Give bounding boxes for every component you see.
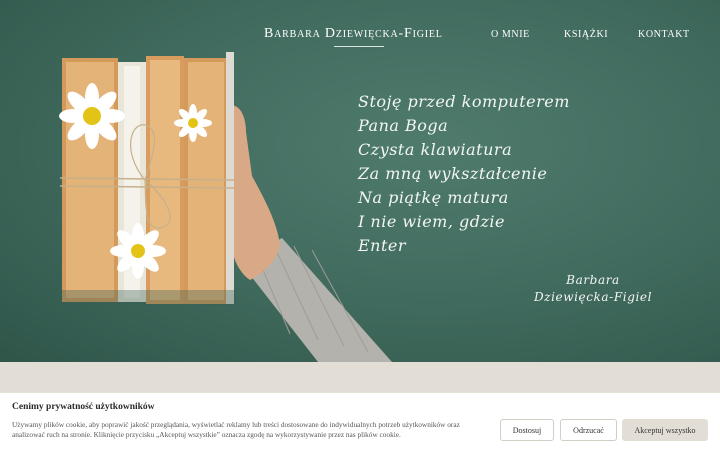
poem-line: Na piątkę matura bbox=[358, 188, 509, 207]
poem-line: Pana Boga bbox=[358, 116, 449, 135]
hand bbox=[226, 105, 280, 281]
poem-line: Stoję przed komputerem bbox=[358, 92, 570, 111]
daisy-flower bbox=[174, 104, 212, 142]
accept-all-button[interactable]: Akceptuj wszystko bbox=[622, 419, 708, 441]
hero-banner: Barbara Dziewięcka-Figiel O MNIE KSIĄŻKI… bbox=[0, 0, 720, 362]
nav-contact[interactable]: KONTAKT bbox=[638, 29, 690, 40]
poem-signature: Barbara Dziewięcka-Figiel bbox=[518, 272, 668, 306]
cookie-text: Używamy plików cookie, aby poprawić jako… bbox=[12, 420, 460, 439]
poem-line: Czysta klawiatura bbox=[358, 140, 513, 159]
nav-books[interactable]: KSIĄŻKI bbox=[564, 29, 608, 40]
cookie-title: Cenimy prywatność użytkowników bbox=[12, 402, 155, 412]
daisy-flower bbox=[59, 83, 125, 149]
logo-underline bbox=[334, 46, 384, 47]
content-strip bbox=[0, 362, 720, 392]
reject-button[interactable]: Odrzucać bbox=[560, 419, 617, 441]
signature-first-name: Barbara bbox=[566, 273, 620, 287]
nav-about[interactable]: O MNIE bbox=[491, 29, 530, 40]
customize-button[interactable]: Dostosuj bbox=[500, 419, 554, 441]
site-logo[interactable]: Barbara Dziewięcka-Figiel bbox=[264, 26, 460, 42]
poem-line: Za mną wykształcenie bbox=[358, 164, 548, 183]
daisy-flower bbox=[110, 223, 166, 279]
signature-last-name: Dziewięcka-Figiel bbox=[533, 290, 653, 304]
poem-line: I nie wiem, gdzie bbox=[358, 212, 506, 231]
poem: Stoję przed komputerem Pana Boga Czysta … bbox=[358, 90, 618, 258]
poem-line: Enter bbox=[358, 236, 407, 255]
